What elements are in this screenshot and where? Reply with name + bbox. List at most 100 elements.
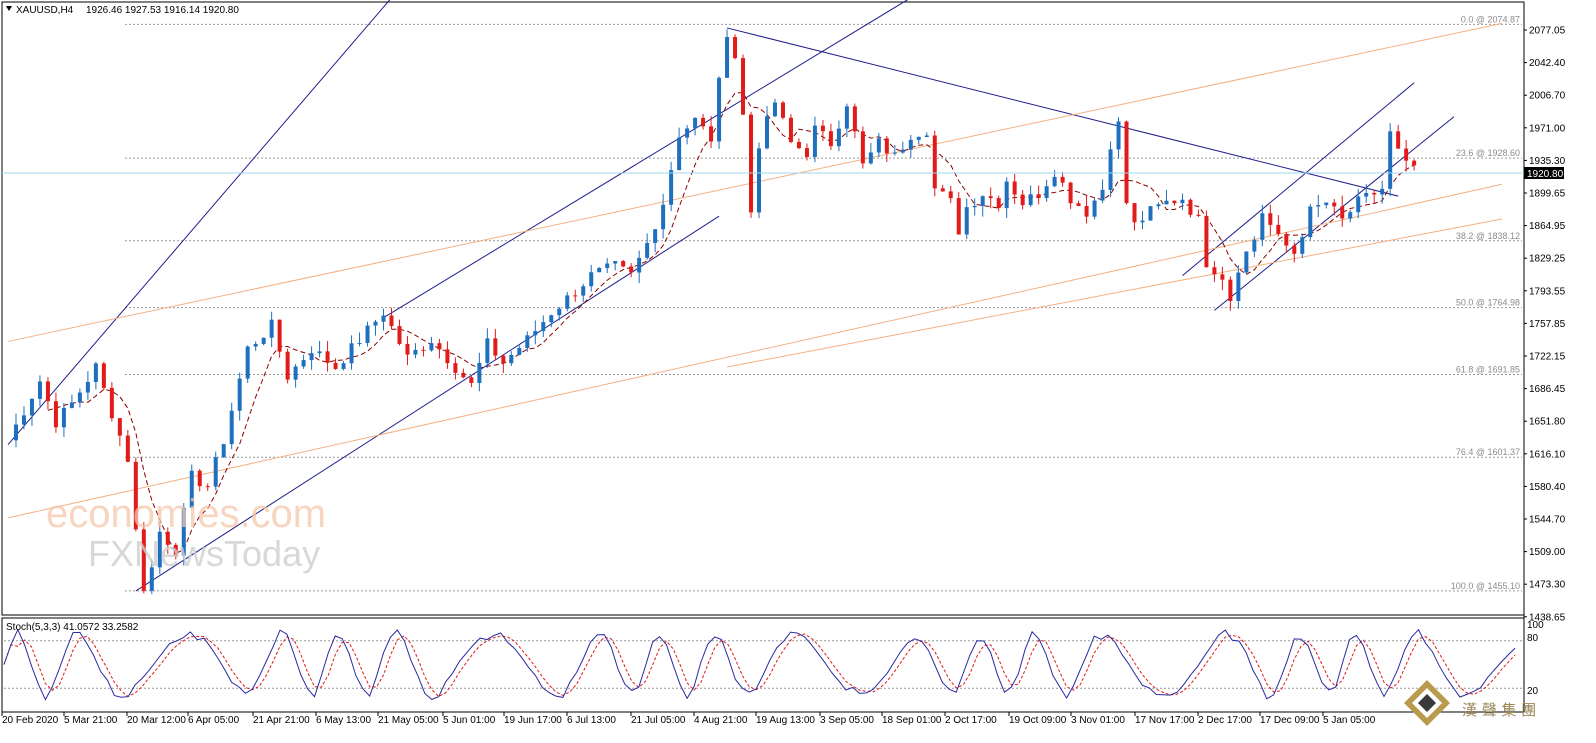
- price-chart[interactable]: 0.0 @ 2074.87 23.6 @ 1928.60 38.2 @ 1838.1…: [0, 0, 1596, 743]
- candle-body: [884, 138, 889, 154]
- candle-body: [205, 486, 210, 488]
- candle-body: [301, 360, 306, 367]
- brand-text: 漢 聲 集 團: [1462, 701, 1536, 719]
- candle-body: [964, 207, 969, 235]
- stoch-pane-frame: [1, 617, 1525, 713]
- candle-body: [812, 125, 817, 158]
- candle-body: [1300, 237, 1305, 254]
- x-tick-label: 5 Jan 05:00: [1323, 715, 1376, 726]
- candle-body: [421, 349, 426, 351]
- candle-body: [924, 135, 929, 138]
- candle-body: [309, 353, 314, 361]
- candle-body: [1380, 188, 1385, 195]
- stoch-axis-20: 20: [1527, 686, 1539, 697]
- candle-body: [1012, 181, 1017, 195]
- x-tick-label: 19 Aug 13:00: [756, 715, 815, 726]
- x-tick-label: 3 Nov 01:00: [1071, 715, 1125, 726]
- candle-body: [21, 415, 26, 425]
- candle-body: [701, 117, 706, 127]
- candle-body: [1204, 215, 1209, 268]
- y-tick-label: 1829.25: [1529, 254, 1566, 265]
- fib-label: 100.0 @ 1455.10: [1451, 581, 1520, 591]
- candle-body: [45, 381, 50, 402]
- candle-body: [357, 342, 362, 344]
- channel-upper: [7, 0, 391, 446]
- y-tick-label: 1651.80: [1529, 417, 1566, 428]
- collapse-triangle-icon[interactable]: [6, 6, 12, 11]
- candle-body: [1116, 121, 1121, 150]
- candle-body: [1188, 199, 1193, 215]
- candle-body: [245, 346, 250, 379]
- candle-body: [109, 387, 114, 419]
- candle-body: [573, 295, 578, 297]
- moving-average: [47, 92, 1415, 554]
- candle-body: [1180, 199, 1185, 204]
- candle-body: [908, 139, 913, 150]
- candle-body: [1324, 202, 1329, 206]
- candle-body: [597, 268, 602, 273]
- candle-body: [741, 58, 746, 115]
- candle-body: [93, 363, 98, 382]
- candle-body: [1076, 203, 1081, 207]
- watermark-fxnewstoday: FXNewsToday: [88, 533, 320, 574]
- candle-body: [565, 295, 570, 309]
- candle-body: [1276, 224, 1281, 234]
- x-tick-label: 6 May 13:00: [316, 715, 371, 726]
- candle-body: [1164, 200, 1169, 205]
- candle-body: [1228, 279, 1233, 301]
- candle-body: [1044, 186, 1049, 199]
- candle-body: [988, 196, 993, 199]
- x-tick-label: 21 Jul 05:00: [631, 715, 686, 726]
- candle-body: [932, 135, 937, 189]
- candle-body: [365, 325, 370, 343]
- candle-body: [1132, 203, 1137, 223]
- candle-body: [317, 351, 322, 354]
- candle-body: [661, 204, 666, 230]
- candle-body: [772, 102, 777, 117]
- candle-body: [653, 229, 658, 243]
- candle-body: [525, 335, 530, 349]
- x-tick-label: 20 Feb 2020: [2, 715, 59, 726]
- candle-body: [1124, 121, 1129, 204]
- candle-body: [693, 117, 698, 129]
- candle-body: [916, 137, 921, 140]
- candle-body: [1172, 200, 1177, 204]
- y-tick-label: 1935.30: [1529, 156, 1566, 167]
- candle-body: [541, 322, 546, 332]
- candle-body: [860, 131, 865, 164]
- candle-body: [349, 343, 354, 364]
- y-tick-label: 1864.95: [1529, 221, 1566, 232]
- candle-body: [285, 351, 290, 380]
- candle-body: [413, 349, 418, 355]
- candle-body: [1340, 206, 1345, 219]
- candle-body: [1260, 213, 1265, 240]
- candle-body: [1348, 212, 1353, 219]
- x-tick-label: 21 Apr 21:00: [253, 715, 310, 726]
- candle-body: [261, 337, 266, 344]
- fib-label: 0.0 @ 2074.87: [1461, 14, 1520, 24]
- candle-body: [1060, 176, 1065, 183]
- channel-middle: [383, 0, 909, 319]
- candle-body: [325, 351, 330, 363]
- y-tick-label: 1509.00: [1529, 547, 1566, 558]
- candle-body: [85, 381, 90, 393]
- candle-body: [836, 128, 841, 147]
- candle-body: [1316, 205, 1321, 207]
- candle-body: [1292, 245, 1297, 254]
- candle-body: [37, 381, 42, 399]
- x-tick-label: 6 Apr 05:00: [188, 715, 240, 726]
- x-tick-label: 2 Dec 17:00: [1198, 715, 1252, 726]
- candle-body: [1372, 193, 1377, 195]
- candle-body: [764, 116, 769, 149]
- candle-body: [645, 242, 650, 258]
- candle-body: [589, 272, 594, 287]
- stochastic-oscillator: [3, 628, 1522, 701]
- candle-body: [381, 315, 386, 322]
- candle-body: [1284, 233, 1289, 246]
- candle-body: [1396, 131, 1401, 149]
- candle-body: [1020, 194, 1025, 206]
- candle-body: [69, 402, 74, 408]
- brand-logo-icon: [1404, 680, 1450, 726]
- candle-body: [980, 196, 985, 206]
- candle-body: [796, 141, 801, 149]
